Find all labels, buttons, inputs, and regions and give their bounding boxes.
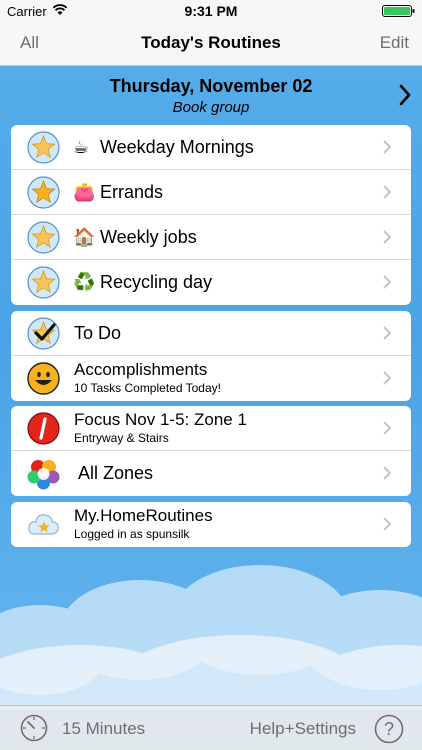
- all-zones-label: All Zones: [78, 463, 154, 483]
- date-header[interactable]: Thursday, November 02 Book group: [0, 66, 422, 122]
- timer-button[interactable]: 15 Minutes: [62, 719, 145, 739]
- routine-row[interactable]: 👛 Errands: [11, 170, 411, 215]
- routine-emoji: 🏠: [73, 227, 96, 247]
- date-label: Thursday, November 02: [109, 76, 313, 96]
- chevron-right-icon: [383, 517, 391, 531]
- smiley-icon: [27, 362, 60, 395]
- checkmark-badge-icon: [27, 317, 60, 350]
- routine-emoji: ☕: [73, 137, 90, 157]
- routine-emoji: 👛: [73, 182, 96, 202]
- chevron-right-icon: [383, 275, 391, 289]
- battery-icon: [382, 5, 415, 17]
- zones-group: Focus Nov 1-5: Zone 1 Entryway & Stairs …: [11, 406, 411, 496]
- star-badge-icon: [27, 221, 60, 254]
- account-group: My.HomeRoutines Logged in as spunsilk: [11, 502, 411, 547]
- focus-zone-title: Focus Nov 1-5: Zone 1: [74, 410, 247, 429]
- top-bar: Carrier 9:31 PM All Today's Routines Edi…: [0, 0, 422, 66]
- routines-group: ☕ Weekday Mornings 👛 Errands 🏠 Weekly jo…: [11, 125, 411, 305]
- cloud-sync-icon: [28, 514, 59, 535]
- account-title: My.HomeRoutines: [74, 506, 213, 525]
- date-subtitle: Book group: [172, 99, 250, 116]
- routine-label: Recycling day: [100, 272, 213, 292]
- account-subtitle: Logged in as spunsilk: [74, 527, 190, 541]
- focus-zone-subtitle: Entryway & Stairs: [74, 431, 169, 445]
- accomplishments-row[interactable]: Accomplishments 10 Tasks Completed Today…: [11, 356, 411, 401]
- edit-button[interactable]: Edit: [380, 33, 409, 53]
- tasks-group: To Do Accomplishments 10 Tasks Completed…: [11, 311, 411, 401]
- help-settings-button[interactable]: Help+Settings: [250, 719, 356, 739]
- chevron-right-icon: [383, 421, 391, 435]
- accomplishments-title: Accomplishments: [74, 360, 208, 379]
- navigation-bar: All Today's Routines Edit: [0, 22, 422, 66]
- next-day-arrow-icon[interactable]: [398, 84, 412, 106]
- clock-time: 9:31 PM: [184, 3, 238, 19]
- chevron-right-icon: [383, 140, 391, 154]
- star-badge-icon: [27, 176, 60, 209]
- status-bar: Carrier 9:31 PM: [0, 0, 422, 22]
- zones-circles-icon: [27, 460, 60, 490]
- all-zones-row[interactable]: All Zones: [11, 451, 411, 496]
- star-badge-icon: [27, 131, 60, 164]
- routine-label: Weekly jobs: [100, 227, 197, 247]
- focus-zone-row[interactable]: Focus Nov 1-5: Zone 1 Entryway & Stairs: [11, 406, 411, 451]
- todo-row[interactable]: To Do: [11, 311, 411, 356]
- todo-label: To Do: [74, 323, 122, 343]
- chevron-right-icon: [383, 371, 391, 385]
- help-question-icon[interactable]: ?: [374, 714, 404, 744]
- timer-icon[interactable]: [20, 714, 48, 742]
- accomplishments-subtitle: 10 Tasks Completed Today!: [74, 381, 221, 395]
- routine-emoji: ♻️: [73, 272, 96, 292]
- routine-label: Weekday Mornings: [100, 137, 254, 157]
- chevron-right-icon: [383, 466, 391, 480]
- routine-row[interactable]: ☕ Weekday Mornings: [11, 125, 411, 170]
- bottom-toolbar: 15 Minutes Help+Settings ?: [0, 705, 422, 750]
- focus-alert-icon: [27, 412, 60, 445]
- routine-row[interactable]: ♻️ Recycling day: [11, 260, 411, 305]
- chevron-right-icon: [383, 326, 391, 340]
- routine-row[interactable]: 🏠 Weekly jobs: [11, 215, 411, 260]
- routine-label: Errands: [100, 182, 164, 202]
- svg-text:?: ?: [384, 719, 394, 739]
- star-badge-icon: [27, 266, 60, 299]
- account-row[interactable]: My.HomeRoutines Logged in as spunsilk: [11, 502, 411, 547]
- chevron-right-icon: [383, 230, 391, 244]
- chevron-right-icon: [383, 185, 391, 199]
- clouds-background: [0, 565, 422, 710]
- page-title: Today's Routines: [141, 33, 281, 52]
